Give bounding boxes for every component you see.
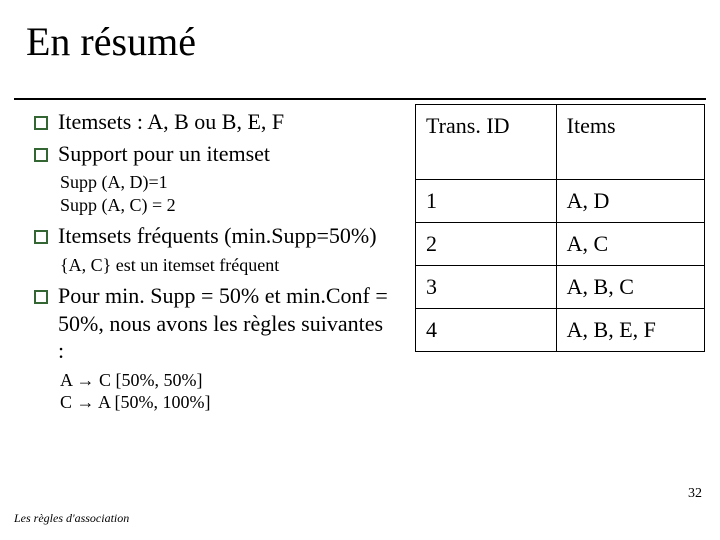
transactions-table-container: Trans. ID Items 1 A, D 2 A, C 3 A, B, C …	[415, 104, 705, 352]
bullet-icon	[34, 230, 48, 244]
page-number: 32	[688, 486, 702, 502]
bullet-icon	[34, 116, 48, 130]
transactions-table: Trans. ID Items 1 A, D 2 A, C 3 A, B, C …	[415, 104, 705, 352]
bullet-text: Itemsets fréquents (min.Supp=50%)	[58, 222, 377, 250]
table-cell: A, D	[556, 180, 704, 223]
table-row: 3 A, B, C	[416, 266, 705, 309]
sub-text: {A, C} est un itemset fréquent	[60, 254, 394, 277]
list-item: Itemsets : A, B ou B, E, F	[34, 108, 394, 136]
list-item: Itemsets fréquents (min.Supp=50%)	[34, 222, 394, 250]
page-title: En résumé	[0, 0, 720, 69]
table-cell: 4	[416, 309, 557, 352]
slide: En résumé Itemsets : A, B ou B, E, F Sup…	[0, 0, 720, 540]
list-item: Support pour un itemset	[34, 140, 394, 168]
table-row: 4 A, B, E, F	[416, 309, 705, 352]
table-header-cell: Items	[556, 105, 704, 180]
list-item: Pour min. Supp = 50% et min.Conf = 50%, …	[34, 282, 394, 365]
bullet-icon	[34, 148, 48, 162]
sub-text: Supp (A, D)=1	[60, 171, 394, 194]
table-cell: A, B, C	[556, 266, 704, 309]
table-row: 2 A, C	[416, 223, 705, 266]
table-header-cell: Trans. ID	[416, 105, 557, 180]
title-divider	[14, 98, 706, 100]
table-row: 1 A, D	[416, 180, 705, 223]
table-cell: 3	[416, 266, 557, 309]
bullet-text: Support pour un itemset	[58, 140, 270, 168]
bullet-text: Itemsets : A, B ou B, E, F	[58, 108, 284, 136]
sub-text: C → A [50%, 100%]	[60, 391, 394, 414]
sub-text: Supp (A, C) = 2	[60, 194, 394, 217]
sub-text: A → C [50%, 50%]	[60, 369, 394, 392]
table-cell: 2	[416, 223, 557, 266]
table-header-row: Trans. ID Items	[416, 105, 705, 180]
bullet-text: Pour min. Supp = 50% et min.Conf = 50%, …	[58, 282, 394, 365]
table-cell: A, B, E, F	[556, 309, 704, 352]
table-cell: A, C	[556, 223, 704, 266]
bullet-icon	[34, 290, 48, 304]
bullet-list: Itemsets : A, B ou B, E, F Support pour …	[34, 108, 394, 414]
table-cell: 1	[416, 180, 557, 223]
footer-text: Les règles d'association	[14, 511, 129, 526]
